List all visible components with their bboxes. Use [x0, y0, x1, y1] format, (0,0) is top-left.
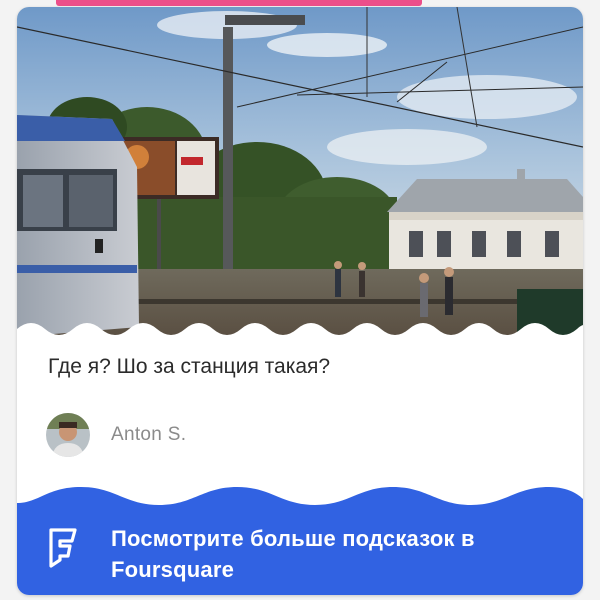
see-more-tips-banner[interactable]: Посмотрите больше подсказок в Foursquare [17, 485, 583, 595]
train-station-photo [17, 7, 583, 337]
top-accent-strip [56, 0, 422, 6]
foursquare-logo-icon [49, 528, 77, 568]
avatar[interactable] [46, 413, 90, 457]
venue-photo[interactable] [17, 7, 583, 337]
tip-author[interactable]: Anton S. [46, 411, 186, 459]
tip-text: Где я? Шо за станция такая? [48, 355, 331, 378]
cta-label[interactable]: Посмотрите больше подсказок в Foursquare [111, 523, 561, 585]
user-photo [46, 413, 90, 457]
author-name[interactable]: Anton S. [111, 424, 186, 446]
photo-wave-edge [17, 323, 583, 337]
tip-card: Где я? Шо за станция такая? Anton S. Пос… [17, 7, 583, 595]
